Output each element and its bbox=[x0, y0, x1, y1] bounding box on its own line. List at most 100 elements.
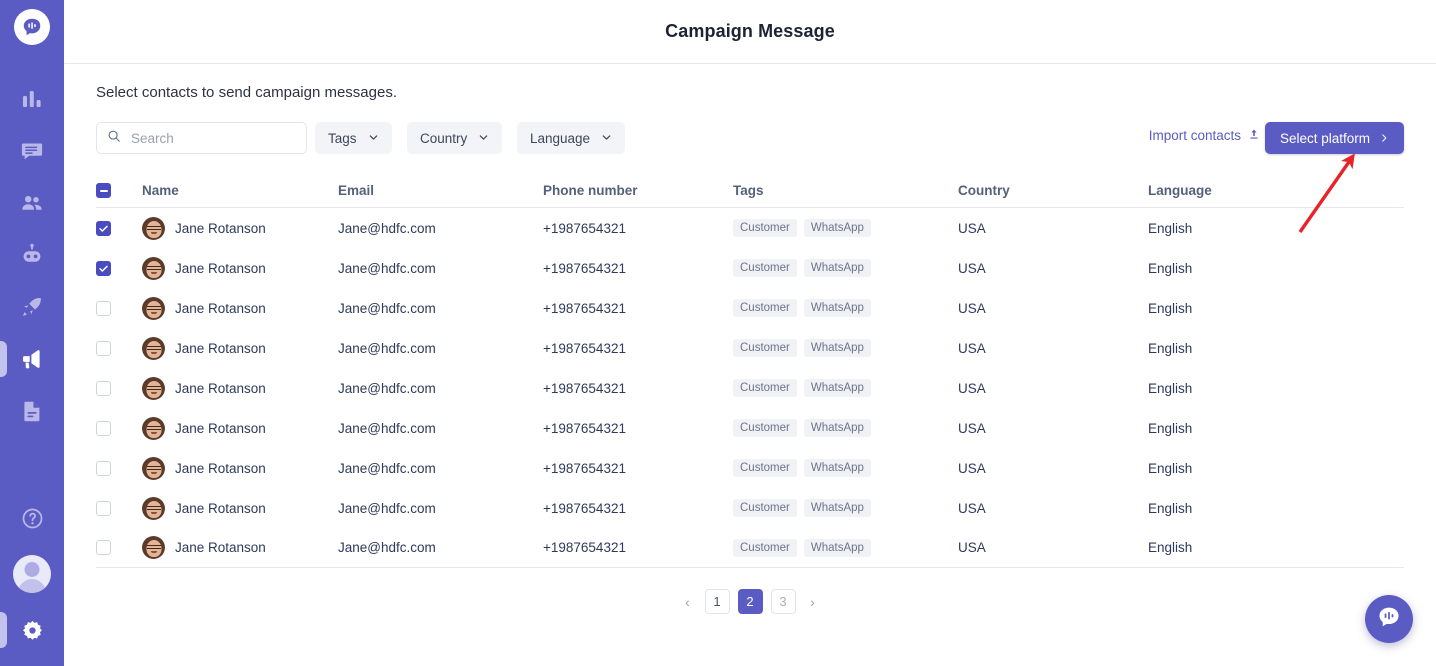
sidebar-item-templates[interactable] bbox=[0, 385, 64, 437]
row-phone-cell: +1987654321 bbox=[543, 220, 626, 236]
sidebar-item-messages[interactable] bbox=[0, 125, 64, 177]
sidebar-item-campaign[interactable] bbox=[0, 333, 64, 385]
tag-chip: WhatsApp bbox=[803, 219, 871, 237]
row-name-cell: Jane Rotanson bbox=[142, 216, 338, 240]
pagination-page-3[interactable]: 3 bbox=[770, 589, 796, 614]
bot-icon bbox=[20, 243, 44, 267]
pagination: ‹ 1 2 3 › bbox=[64, 589, 1436, 614]
select-platform-button[interactable]: Select platform bbox=[1264, 122, 1404, 154]
tag-chip: WhatsApp bbox=[803, 339, 871, 357]
column-header-language: Language bbox=[1148, 183, 1212, 198]
table-row[interactable]: Jane Rotanson Jane@hdfc.com +1987654321 Cus… bbox=[96, 488, 1404, 528]
table-row[interactable]: Jane Rotanson Jane@hdfc.com +1987654321 Cus… bbox=[96, 208, 1404, 248]
table-row[interactable]: Jane Rotanson Jane@hdfc.com +1987654321 Cus… bbox=[96, 288, 1404, 328]
avatar bbox=[142, 296, 165, 320]
chevron-right-icon bbox=[1379, 131, 1389, 146]
sidebar-item-settings[interactable] bbox=[0, 604, 64, 656]
filter-country-dropdown[interactable]: Country bbox=[407, 122, 503, 154]
sidebar-item-analytics[interactable] bbox=[0, 73, 64, 125]
search-input[interactable] bbox=[129, 129, 294, 147]
pagination-next-button[interactable]: › bbox=[804, 589, 822, 614]
row-phone-cell: +1987654321 bbox=[543, 300, 626, 316]
contact-name: Jane Rotanson bbox=[175, 300, 266, 316]
table-row[interactable]: Jane Rotanson Jane@hdfc.com +1987654321 Cus… bbox=[96, 368, 1404, 408]
column-header-country: Country bbox=[958, 183, 1010, 198]
row-email-cell: Jane@hdfc.com bbox=[338, 220, 436, 236]
table-row[interactable]: Jane Rotanson Jane@hdfc.com +1987654321 Cus… bbox=[96, 408, 1404, 448]
row-checkbox[interactable] bbox=[96, 340, 111, 356]
row-tags-cell: Customer WhatsApp bbox=[733, 259, 958, 277]
contact-name: Jane Rotanson bbox=[175, 540, 266, 555]
search-input-wrapper[interactable] bbox=[96, 122, 307, 154]
row-name-cell: Jane Rotanson bbox=[142, 456, 338, 480]
row-language-cell: English bbox=[1148, 220, 1193, 236]
row-checkbox[interactable] bbox=[96, 260, 111, 276]
contact-name: Jane Rotanson bbox=[175, 220, 266, 236]
row-tags-cell: Customer WhatsApp bbox=[733, 219, 958, 237]
filter-tags-label: Tags bbox=[328, 130, 357, 146]
row-email-cell: Jane@hdfc.com bbox=[338, 340, 436, 356]
table-row[interactable]: Jane Rotanson Jane@hdfc.com +1987654321 Cus… bbox=[96, 528, 1404, 568]
row-phone-cell: +1987654321 bbox=[543, 260, 626, 276]
sidebar-item-help[interactable] bbox=[0, 492, 64, 544]
document-icon bbox=[20, 399, 44, 423]
row-language-cell: English bbox=[1148, 260, 1193, 276]
chat-message-icon bbox=[20, 139, 44, 163]
row-checkbox[interactable] bbox=[96, 300, 111, 316]
row-country-cell: USA bbox=[958, 380, 986, 396]
row-country-cell: USA bbox=[958, 220, 986, 236]
row-tags-cell: Customer WhatsApp bbox=[733, 339, 958, 357]
row-phone-cell: +1987654321 bbox=[543, 380, 626, 396]
row-country-cell: USA bbox=[958, 420, 986, 436]
table-row[interactable]: Jane Rotanson Jane@hdfc.com +1987654321 Cus… bbox=[96, 328, 1404, 368]
analytics-bars-icon bbox=[20, 87, 44, 111]
row-country-cell: USA bbox=[958, 540, 986, 555]
table-row[interactable]: Jane Rotanson Jane@hdfc.com +1987654321 Cus… bbox=[96, 248, 1404, 288]
row-checkbox[interactable] bbox=[96, 420, 111, 436]
pagination-page-1[interactable]: 1 bbox=[704, 589, 730, 614]
row-checkbox[interactable] bbox=[96, 460, 111, 476]
column-header-name: Name bbox=[142, 183, 179, 198]
sidebar-item-account[interactable] bbox=[0, 544, 64, 604]
select-platform-label: Select platform bbox=[1279, 130, 1370, 146]
row-country-cell: USA bbox=[958, 260, 986, 276]
select-all-checkbox[interactable] bbox=[96, 183, 111, 198]
row-language-cell: English bbox=[1148, 420, 1193, 436]
row-phone-cell: +1987654321 bbox=[543, 540, 626, 555]
page-title: Campaign Message bbox=[665, 21, 835, 41]
import-contacts-link[interactable]: Import contacts bbox=[1149, 128, 1260, 143]
app-logo[interactable] bbox=[14, 9, 50, 45]
contact-name: Jane Rotanson bbox=[175, 420, 266, 436]
avatar bbox=[142, 456, 165, 480]
table-row[interactable]: Jane Rotanson Jane@hdfc.com +1987654321 Cus… bbox=[96, 448, 1404, 488]
sidebar-item-bot[interactable] bbox=[0, 229, 64, 281]
row-language-cell: English bbox=[1148, 500, 1193, 516]
tag-chip: Customer bbox=[733, 219, 797, 237]
tag-chip: Customer bbox=[733, 339, 797, 357]
row-email-cell: Jane@hdfc.com bbox=[338, 380, 436, 396]
tag-chip: Customer bbox=[733, 459, 797, 477]
row-checkbox[interactable] bbox=[96, 540, 111, 555]
sidebar-item-contacts[interactable] bbox=[0, 177, 64, 229]
row-select-cell bbox=[96, 300, 142, 316]
chat-widget-button[interactable] bbox=[1365, 595, 1413, 643]
row-language-cell: English bbox=[1148, 540, 1193, 555]
row-checkbox[interactable] bbox=[96, 500, 111, 516]
row-email-cell: Jane@hdfc.com bbox=[338, 420, 436, 436]
row-phone-cell: +1987654321 bbox=[543, 460, 626, 476]
row-checkbox[interactable] bbox=[96, 380, 111, 396]
row-select-cell bbox=[96, 260, 142, 276]
contact-name: Jane Rotanson bbox=[175, 340, 266, 356]
row-email-cell: Jane@hdfc.com bbox=[338, 500, 436, 516]
pagination-prev-button[interactable]: ‹ bbox=[679, 589, 697, 614]
avatar bbox=[142, 376, 165, 400]
tag-chip: Customer bbox=[733, 259, 797, 277]
megaphone-icon bbox=[20, 347, 44, 371]
pagination-page-2[interactable]: 2 bbox=[737, 589, 763, 614]
sidebar-item-automation[interactable] bbox=[0, 281, 64, 333]
row-phone-cell: +1987654321 bbox=[543, 340, 626, 356]
filter-language-dropdown[interactable]: Language bbox=[517, 122, 626, 154]
row-checkbox[interactable] bbox=[96, 220, 111, 236]
row-tags-cell: Customer WhatsApp bbox=[733, 459, 958, 477]
filter-tags-dropdown[interactable]: Tags bbox=[315, 122, 392, 154]
